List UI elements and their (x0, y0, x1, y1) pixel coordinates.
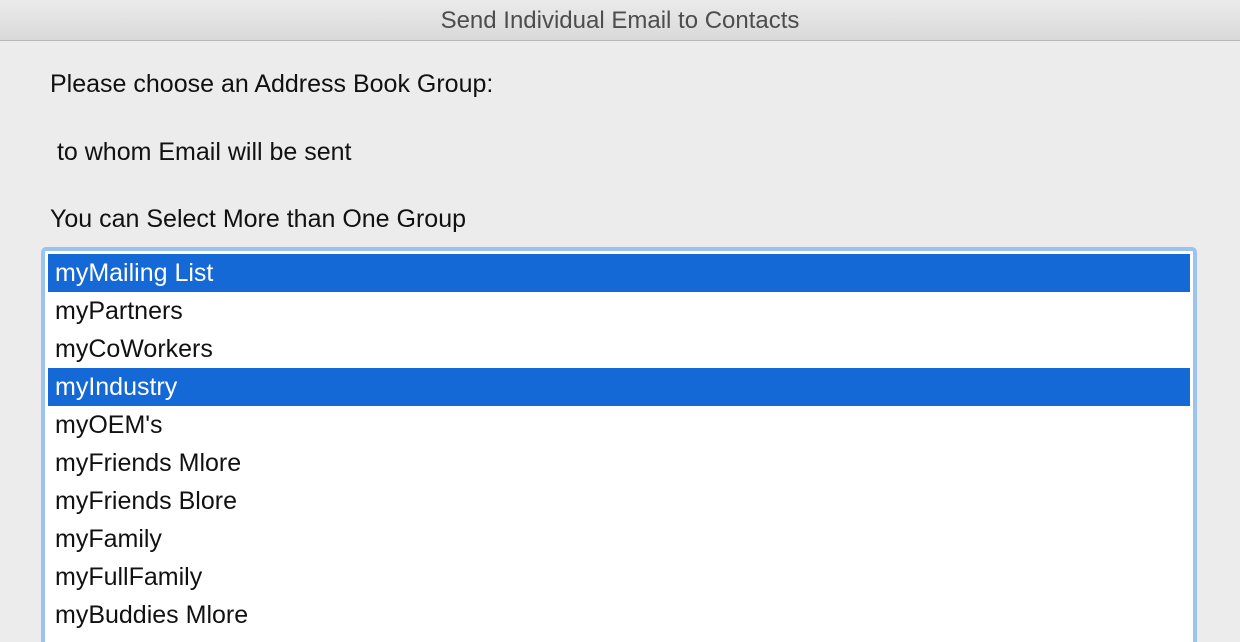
list-item-myfamily[interactable]: myFamily (48, 520, 1190, 558)
list-item-myfriends-mlore[interactable]: myFriends Mlore (48, 444, 1190, 482)
prompt-recipients: to whom Email will be sent (50, 138, 352, 166)
list-item-mycoworkers[interactable]: myCoWorkers (48, 330, 1190, 368)
prompt-multi-select: You can Select More than One Group (50, 205, 467, 233)
dialog-window: Send Individual Email to Contacts Please… (0, 0, 1240, 642)
list-item-mymailing-list[interactable]: myMailing List (48, 254, 1190, 292)
list-item-mypartners[interactable]: myPartners (48, 292, 1190, 330)
prompt-choose-group: Please choose an Address Book Group: (50, 70, 494, 98)
list-item-myfriends-blore[interactable]: myFriends Blore (48, 482, 1190, 520)
list-item-mybuddies-mlore[interactable]: myBuddies Mlore (48, 596, 1190, 634)
window-title: Send Individual Email to Contacts (0, 0, 1240, 41)
group-listbox[interactable]: myMailing List myPartners myCoWorkers my… (41, 247, 1197, 642)
list-item-myindustry[interactable]: myIndustry (48, 368, 1190, 406)
list-item-myoems[interactable]: myOEM's (48, 406, 1190, 444)
list-item-myfullfamily[interactable]: myFullFamily (48, 558, 1190, 596)
group-list: myMailing List myPartners myCoWorkers my… (48, 254, 1190, 642)
